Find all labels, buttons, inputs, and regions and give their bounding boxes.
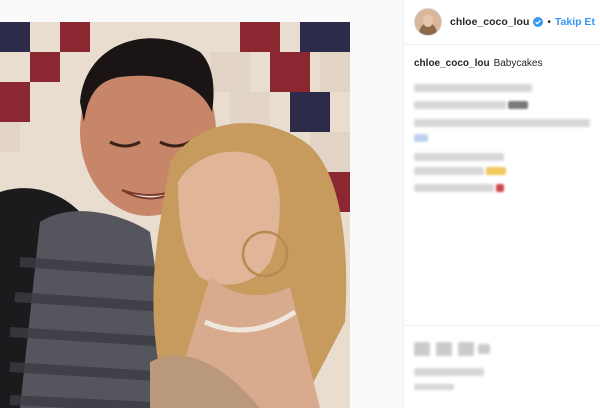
- blurred-mention: [414, 134, 428, 142]
- avatar-image: [415, 9, 441, 35]
- blurred-emoji: [496, 184, 504, 192]
- post-side-panel: chloe_coco_lou • Takip Et chloe_coco_lou…: [403, 0, 600, 408]
- caption-username[interactable]: chloe_coco_lou: [414, 58, 490, 69]
- header-separator: •: [547, 16, 551, 28]
- follow-button[interactable]: Takip Et: [555, 16, 595, 28]
- blurred-likes-count: [414, 368, 484, 376]
- blurred-comment-line: [414, 101, 506, 109]
- blurred-comment-line: [414, 167, 484, 175]
- blurred-comment-line: [414, 119, 590, 127]
- blurred-emoji: [508, 101, 528, 109]
- blurred-icon: [478, 344, 490, 354]
- header-username[interactable]: chloe_coco_lou: [450, 16, 529, 28]
- photo-illustration: [0, 22, 350, 408]
- comment-icon[interactable]: [436, 342, 452, 356]
- blurred-emoji: [486, 167, 506, 175]
- verified-badge-icon: [533, 17, 544, 27]
- caption-text: Babycakes: [493, 58, 543, 69]
- caption: chloe_coco_lou Babycakes: [414, 58, 543, 69]
- post-header: chloe_coco_lou • Takip Et: [404, 0, 600, 45]
- blurred-timestamp: [414, 384, 454, 390]
- post-photo[interactable]: [0, 22, 350, 408]
- heart-icon[interactable]: [414, 342, 430, 356]
- woman-face: [178, 151, 280, 285]
- avatar[interactable]: [414, 8, 442, 36]
- instagram-post: chloe_coco_lou • Takip Et chloe_coco_lou…: [0, 0, 600, 408]
- blurred-comment-line: [414, 84, 532, 92]
- post-actions: [404, 325, 600, 409]
- blurred-comment-line: [414, 153, 504, 161]
- blurred-comment-line: [414, 184, 494, 192]
- share-icon[interactable]: [458, 342, 474, 356]
